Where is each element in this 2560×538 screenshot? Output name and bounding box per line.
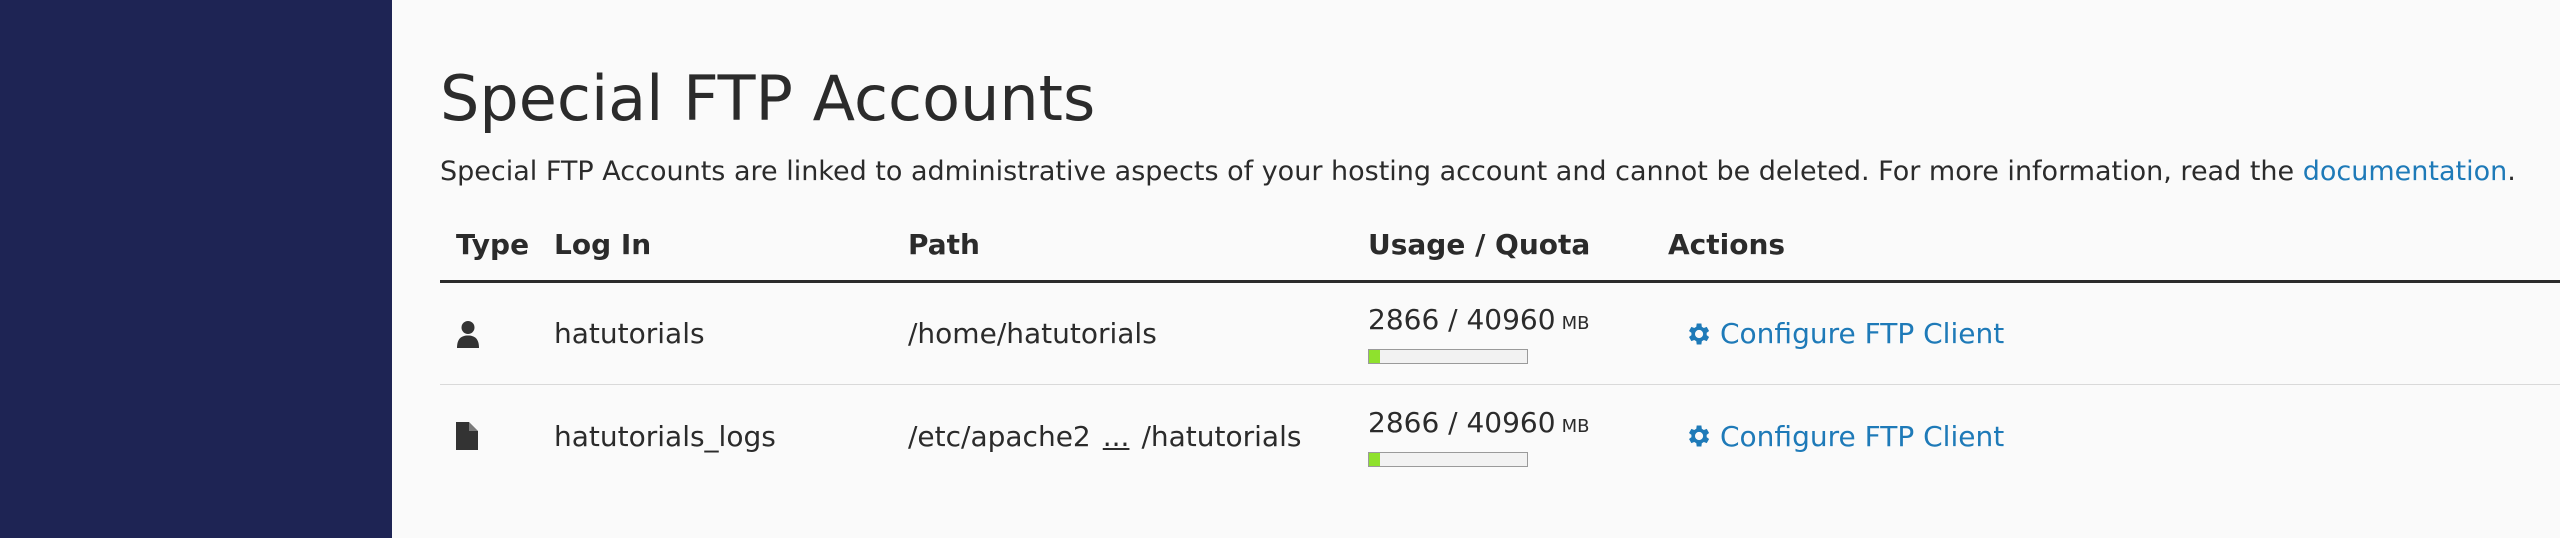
configure-ftp-client-link[interactable]: Configure FTP Client	[1684, 420, 2004, 453]
usage-progress-bar	[1368, 349, 1528, 364]
actions-cell: Configure FTP Client	[1684, 385, 2004, 487]
column-header-login[interactable]: Log In	[554, 228, 651, 261]
page-title: Special FTP Accounts	[440, 62, 1096, 135]
path-cell: /home/hatutorials	[908, 283, 1157, 384]
main-content: Special FTP Accounts Special FTP Account…	[392, 0, 2560, 538]
login-cell: hatutorials	[554, 317, 705, 350]
configure-ftp-client-link[interactable]: Configure FTP Client	[1684, 317, 2004, 350]
usage-value: 2866 / 40960	[1368, 303, 1556, 336]
path-start: /etc/apache2	[908, 419, 1091, 453]
actions-cell: Configure FTP Client	[1684, 283, 2004, 384]
gear-icon	[1684, 422, 1720, 450]
usage-unit: MB	[1561, 415, 1590, 437]
usage-progress-bar	[1368, 451, 1528, 467]
path-end: /hatutorials	[1141, 419, 1302, 453]
type-cell	[456, 283, 536, 384]
column-header-path[interactable]: Path	[908, 228, 980, 261]
column-header-type[interactable]: Type	[456, 228, 529, 261]
table-row: hatutorials /home/hatutorials 2866 / 409…	[440, 283, 2560, 385]
usage-quota: 2866 / 40960 MB	[1368, 303, 1589, 341]
user-icon	[456, 320, 480, 348]
sidebar	[0, 0, 392, 538]
path-expand-toggle[interactable]: ...	[1103, 420, 1130, 453]
table-header: Type Log In Path Usage / Quota Actions	[440, 215, 2560, 283]
usage-progress-fill	[1369, 452, 1381, 466]
usage-value: 2866 / 40960	[1368, 405, 1556, 439]
usage-unit: MB	[1561, 313, 1590, 334]
usage-progress-fill	[1369, 350, 1381, 363]
file-icon	[456, 422, 478, 450]
login-cell: hatutorials_logs	[554, 419, 776, 453]
usage-cell: 2866 / 40960 MB	[1368, 283, 1589, 384]
gear-icon	[1684, 320, 1720, 348]
configure-ftp-client-label: Configure FTP Client	[1720, 317, 2005, 350]
usage-cell: 2866 / 40960 MB	[1368, 385, 1589, 487]
description-suffix: .	[2507, 156, 2516, 187]
page-description: Special FTP Accounts are linked to admin…	[440, 156, 2516, 187]
description-text: Special FTP Accounts are linked to admin…	[440, 156, 2303, 187]
path-cell: /etc/apache2 ... /hatutorials	[908, 385, 1301, 487]
ftp-accounts-table: Type Log In Path Usage / Quota Actions h…	[440, 215, 2560, 487]
documentation-link[interactable]: documentation	[2303, 156, 2508, 187]
table-row: hatutorials_logs /etc/apache2 ... /hatut…	[440, 385, 2560, 487]
configure-ftp-client-label: Configure FTP Client	[1720, 419, 2005, 453]
type-cell	[456, 385, 536, 487]
column-header-actions: Actions	[1668, 228, 1786, 261]
column-header-usage[interactable]: Usage / Quota	[1368, 228, 1590, 261]
path-text: /home/hatutorials	[908, 317, 1157, 350]
usage-quota: 2866 / 40960 MB	[1368, 406, 1589, 444]
